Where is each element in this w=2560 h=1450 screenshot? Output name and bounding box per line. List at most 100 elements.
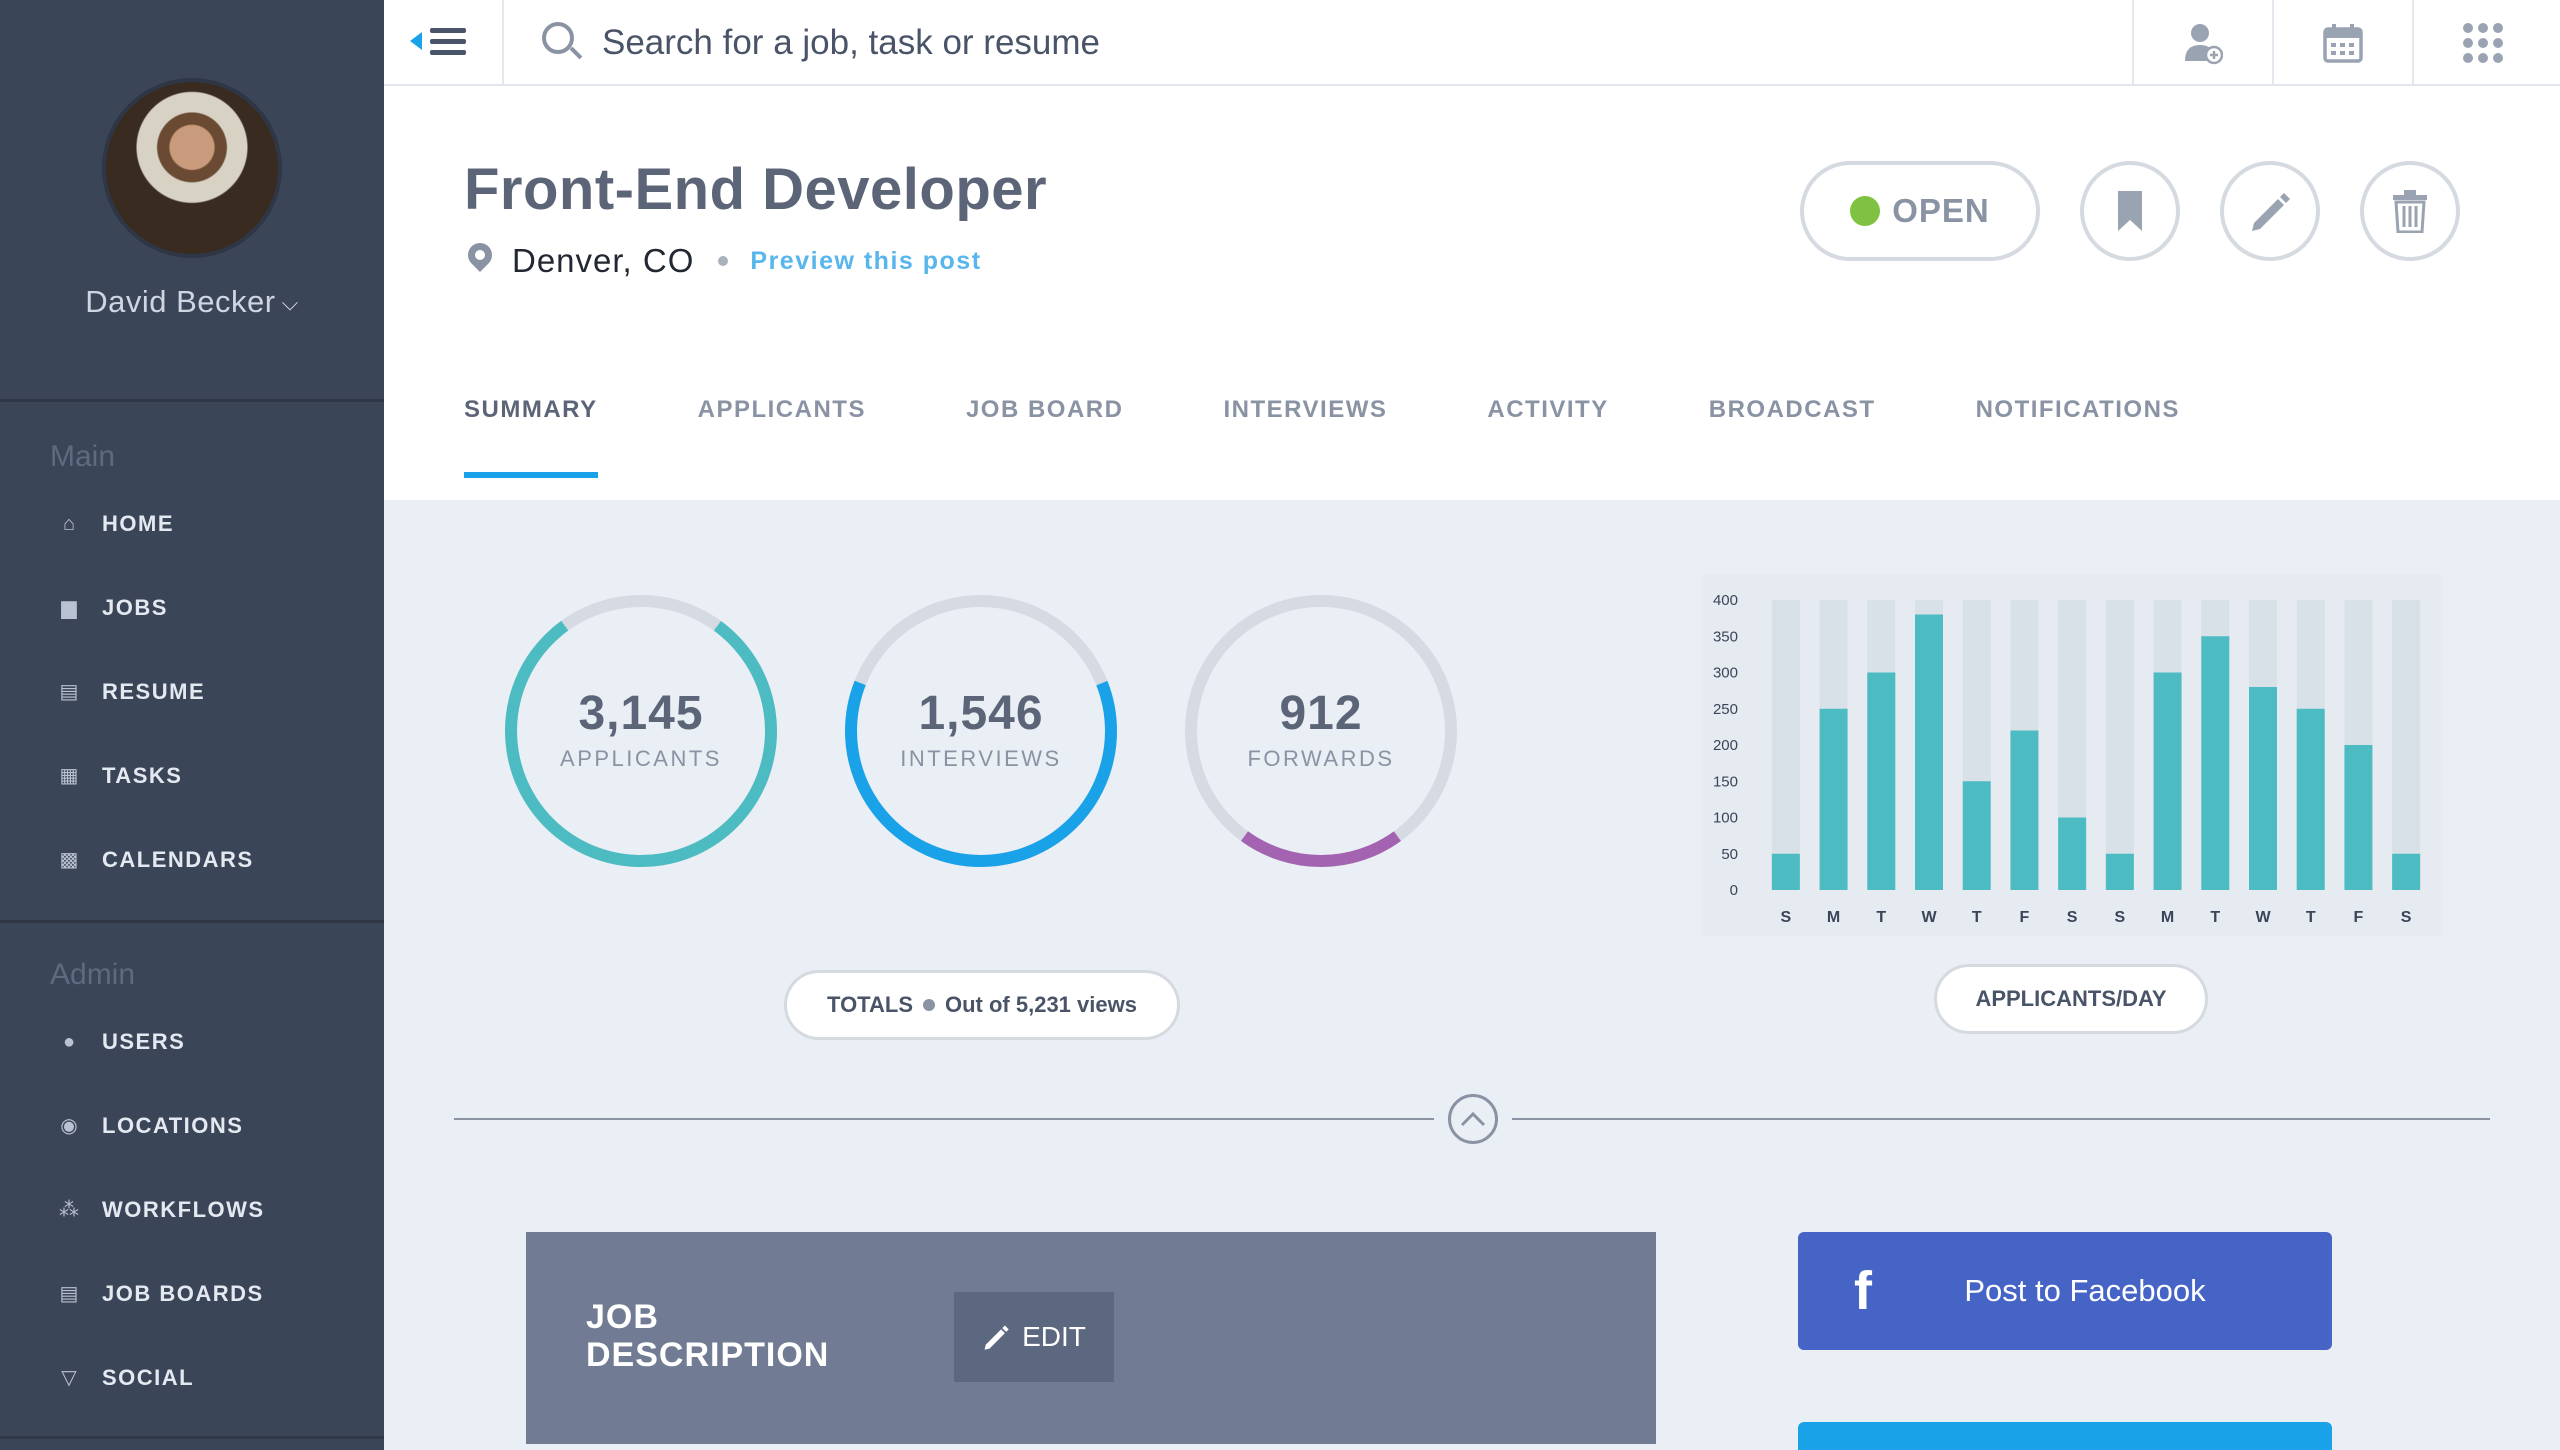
job-description-title: JOB DESCRIPTION xyxy=(586,1298,829,1374)
y-tick-label: 200 xyxy=(1713,737,1738,754)
nav-heading-admin: Admin xyxy=(50,958,136,991)
post-to-twitter-button[interactable] xyxy=(1798,1422,2332,1450)
sidebar-item-label: CALENDARS xyxy=(102,847,254,872)
status-label: OPEN xyxy=(1892,192,1990,229)
calendar-button[interactable] xyxy=(2272,0,2412,86)
status-open-button[interactable]: OPEN xyxy=(1800,161,2040,261)
document-icon: ▤ xyxy=(59,681,79,703)
sidebar-item-calendars[interactable]: ▩ CALENDARS xyxy=(0,818,384,902)
tab-applicants[interactable]: APPLICANTS xyxy=(698,396,866,478)
x-tick-label: S xyxy=(1781,909,1792,926)
search-icon xyxy=(542,22,583,62)
bar-track xyxy=(2105,600,2134,890)
sidebar-item-social[interactable]: ▽ SOCIAL xyxy=(0,1336,384,1420)
menu-toggle-button[interactable] xyxy=(384,0,504,86)
preview-post-link[interactable]: Preview this post xyxy=(750,247,981,276)
tab-broadcast[interactable]: BROADCAST xyxy=(1709,396,1876,478)
sidebar-item-users[interactable]: ● USERS xyxy=(0,1000,384,1084)
nav-admin-section: Admin ● USERS ◉ LOCATIONS ⁂ WORKFLOWS ▤ … xyxy=(0,958,384,1420)
add-user-button[interactable] xyxy=(2132,0,2272,86)
stat-label: INTERVIEWS xyxy=(900,746,1062,771)
pencil-icon xyxy=(984,1325,1009,1350)
profile-name: David Becker xyxy=(85,284,276,319)
bar xyxy=(1962,781,1991,890)
bar xyxy=(1771,853,1800,890)
chart-caption-badge: APPLICANTS/DAY xyxy=(1934,964,2208,1034)
x-tick-label: T xyxy=(1876,909,1886,926)
edit-description-button[interactable]: EDIT xyxy=(954,1292,1114,1382)
edit-job-button[interactable] xyxy=(2220,161,2320,261)
sidebar-item-resume[interactable]: ▤ RESUME xyxy=(0,650,384,734)
bar xyxy=(2058,817,2087,890)
x-tick-label: S xyxy=(2401,909,2412,926)
separator-dot xyxy=(718,256,729,266)
bar-chart-svg: 0 50 100 150 200 250 300 350 400 S M T W T F S S M T W T F S xyxy=(1713,592,2421,926)
y-tick-label: 400 xyxy=(1713,592,1738,609)
x-tick-label: W xyxy=(1921,909,1937,926)
y-tick-label: 300 xyxy=(1713,665,1738,682)
sidebar-item-jobs[interactable]: ▆ JOBS xyxy=(0,566,384,650)
delete-job-button[interactable] xyxy=(2360,161,2460,261)
location-pin-icon: ◉ xyxy=(60,1115,78,1137)
tab-interviews[interactable]: INTERVIEWS xyxy=(1223,396,1387,478)
x-tick-label: S xyxy=(2067,909,2078,926)
tab-summary[interactable]: SUMMARY xyxy=(464,396,598,478)
stat-value: 3,145 xyxy=(578,687,704,740)
bar xyxy=(2344,745,2373,890)
sidebar-item-tasks[interactable]: ▦ TASKS xyxy=(0,734,384,818)
pencil-icon xyxy=(2252,193,2290,231)
sidebar-item-label: JOB BOARDS xyxy=(102,1281,264,1306)
nav-heading-main: Main xyxy=(50,440,116,473)
sidebar: David Becker ⌵ Main ⌂ HOME ▆ JOBS ▤ RESUM… xyxy=(0,0,384,1450)
x-tick-label: T xyxy=(1972,909,1982,926)
bar xyxy=(1915,614,1943,890)
bar xyxy=(1867,672,1896,890)
section-divider-right xyxy=(1512,1118,2490,1120)
y-tick-label: 0 xyxy=(1730,882,1738,899)
x-tick-label: S xyxy=(2115,909,2126,926)
stat-label: FORWARDS xyxy=(1247,746,1395,771)
sidebar-item-label: RESUME xyxy=(102,679,206,704)
collapse-section-button[interactable] xyxy=(1448,1094,1498,1144)
sidebar-item-workflows[interactable]: ⁂ WORKFLOWS xyxy=(0,1168,384,1252)
apps-grid-button[interactable] xyxy=(2412,0,2552,86)
sidebar-item-home[interactable]: ⌂ HOME xyxy=(0,482,384,566)
location-row: Denver, CO Preview this post xyxy=(463,238,982,280)
applicants-stat: 3,145 APPLICANTS xyxy=(496,586,786,876)
job-description-title-line1: JOB xyxy=(586,1298,659,1336)
x-tick-label: F xyxy=(2020,909,2030,926)
bar xyxy=(2201,636,2230,890)
y-tick-label: 50 xyxy=(1721,846,1738,863)
tab-notifications[interactable]: NOTIFICATIONS xyxy=(1976,396,2180,478)
social-icon: ▽ xyxy=(61,1367,77,1389)
sidebar-item-job-boards[interactable]: ▤ JOB BOARDS xyxy=(0,1252,384,1336)
location-pin-icon xyxy=(463,238,497,279)
sidebar-item-label: JOBS xyxy=(102,595,168,620)
forwards-stat: 912 FORWARDS xyxy=(1176,586,1466,876)
profile-menu[interactable]: David Becker ⌵ xyxy=(0,284,384,320)
bookmark-button[interactable] xyxy=(2080,161,2180,261)
calendar-icon: ▩ xyxy=(59,849,79,871)
totals-badge: TOTALS Out of 5,231 views xyxy=(784,970,1180,1040)
tab-job-board[interactable]: JOB BOARD xyxy=(966,396,1124,478)
bar xyxy=(2105,853,2134,890)
bar xyxy=(1819,708,1848,890)
y-tick-label: 250 xyxy=(1713,701,1738,718)
bar-track xyxy=(2392,600,2421,890)
top-bar xyxy=(384,0,2560,86)
tab-activity[interactable]: ACTIVITY xyxy=(1487,396,1608,478)
avatar[interactable] xyxy=(102,78,282,258)
post-to-facebook-button[interactable]: f Post to Facebook xyxy=(1798,1232,2332,1350)
stat-label: APPLICANTS xyxy=(560,746,722,771)
edit-label: EDIT xyxy=(1022,1321,1086,1352)
search-input[interactable] xyxy=(602,18,1902,68)
sidebar-item-locations[interactable]: ◉ LOCATIONS xyxy=(0,1084,384,1168)
separator-dot xyxy=(923,999,935,1011)
bar xyxy=(2010,730,2039,890)
job-tabs: SUMMARY APPLICANTS JOB BOARD INTERVIEWS … xyxy=(464,396,2280,478)
x-tick-label: T xyxy=(2210,909,2220,926)
bar xyxy=(2392,853,2421,890)
interviews-stat: 1,546 INTERVIEWS xyxy=(836,586,1126,876)
calendar-icon xyxy=(2323,24,2363,63)
y-tick-label: 100 xyxy=(1713,810,1738,827)
